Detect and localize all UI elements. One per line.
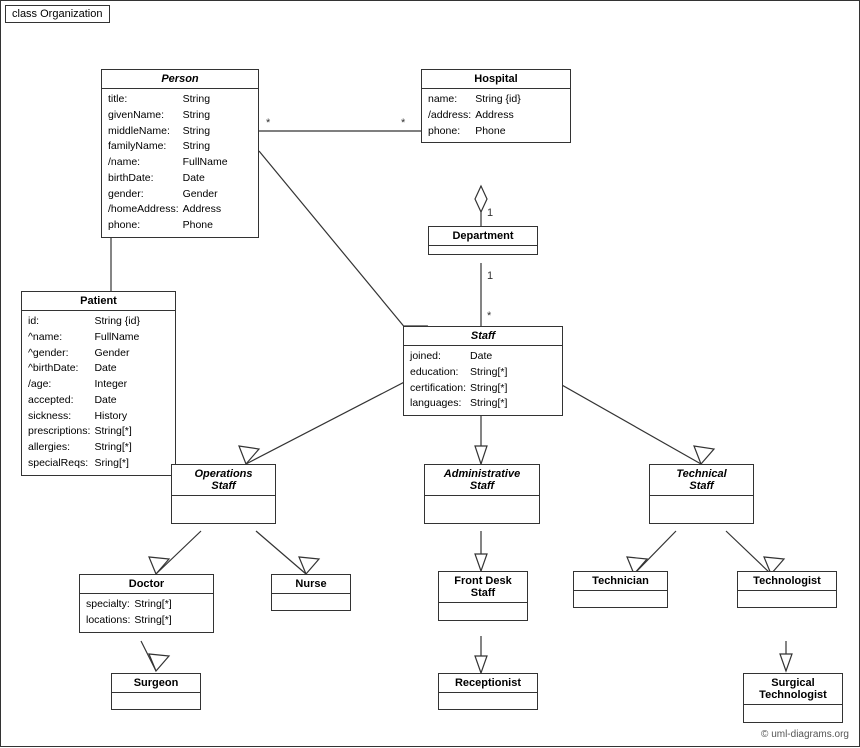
class-administrative-staff-attrs — [425, 496, 539, 502]
class-technical-staff-attrs — [650, 496, 753, 502]
class-nurse: Nurse — [271, 574, 351, 611]
class-administrative-staff-title: AdministrativeStaff — [425, 465, 539, 496]
class-front-desk-staff-attrs — [439, 603, 527, 611]
class-staff-title: Staff — [404, 327, 562, 346]
class-front-desk-staff-title: Front DeskStaff — [439, 572, 527, 603]
diagram-title: class Organization — [5, 5, 110, 23]
class-staff: Staff joined:Date education:String[*] ce… — [403, 326, 563, 416]
class-technologist-attrs — [738, 591, 836, 607]
class-technician: Technician — [573, 571, 668, 608]
class-department-title: Department — [429, 227, 537, 246]
class-doctor: Doctor specialty:String[*] locations:Str… — [79, 574, 214, 633]
svg-text:*: * — [401, 117, 406, 129]
class-person-title: Person — [102, 70, 258, 89]
class-doctor-attrs: specialty:String[*] locations:String[*] — [80, 594, 213, 632]
class-front-desk-staff: Front DeskStaff — [438, 571, 528, 621]
class-receptionist: Receptionist — [438, 673, 538, 710]
class-nurse-attrs — [272, 594, 350, 610]
svg-text:1: 1 — [487, 270, 493, 282]
class-patient-attrs: id:String {id} ^name:FullName ^gender:Ge… — [22, 311, 175, 475]
class-administrative-staff: AdministrativeStaff — [424, 464, 540, 524]
class-operations-staff-title: OperationsStaff — [172, 465, 275, 496]
class-hospital-attrs: name:String {id} /address:Address phone:… — [422, 89, 570, 142]
class-technical-staff-title: TechnicalStaff — [650, 465, 753, 496]
svg-text:*: * — [487, 310, 492, 322]
class-surgeon-attrs — [112, 693, 200, 709]
class-surgical-technologist-attrs — [744, 705, 842, 713]
copyright: © uml-diagrams.org — [761, 729, 849, 740]
diagram-container: class Organization * * 1 * 1 * — [0, 0, 860, 747]
class-doctor-title: Doctor — [80, 575, 213, 594]
class-surgeon: Surgeon — [111, 673, 201, 710]
class-surgical-technologist: SurgicalTechnologist — [743, 673, 843, 723]
class-operations-staff-attrs — [172, 496, 275, 502]
class-technician-title: Technician — [574, 572, 667, 591]
class-hospital-title: Hospital — [422, 70, 570, 89]
class-department: Department — [428, 226, 538, 255]
class-receptionist-attrs — [439, 693, 537, 709]
svg-text:*: * — [266, 117, 271, 129]
class-surgical-technologist-title: SurgicalTechnologist — [744, 674, 842, 705]
class-surgeon-title: Surgeon — [112, 674, 200, 693]
svg-text:1: 1 — [487, 207, 493, 219]
class-operations-staff: OperationsStaff — [171, 464, 276, 524]
class-technologist: Technologist — [737, 571, 837, 608]
class-patient: Patient id:String {id} ^name:FullName ^g… — [21, 291, 176, 476]
class-department-attrs — [429, 246, 537, 254]
class-technologist-title: Technologist — [738, 572, 836, 591]
class-person-attrs: title:String givenName:String middleName… — [102, 89, 258, 237]
class-patient-title: Patient — [22, 292, 175, 311]
class-person: Person title:String givenName:String mid… — [101, 69, 259, 238]
class-hospital: Hospital name:String {id} /address:Addre… — [421, 69, 571, 143]
class-nurse-title: Nurse — [272, 575, 350, 594]
class-staff-attrs: joined:Date education:String[*] certific… — [404, 346, 562, 415]
class-receptionist-title: Receptionist — [439, 674, 537, 693]
class-technical-staff: TechnicalStaff — [649, 464, 754, 524]
class-technician-attrs — [574, 591, 667, 607]
